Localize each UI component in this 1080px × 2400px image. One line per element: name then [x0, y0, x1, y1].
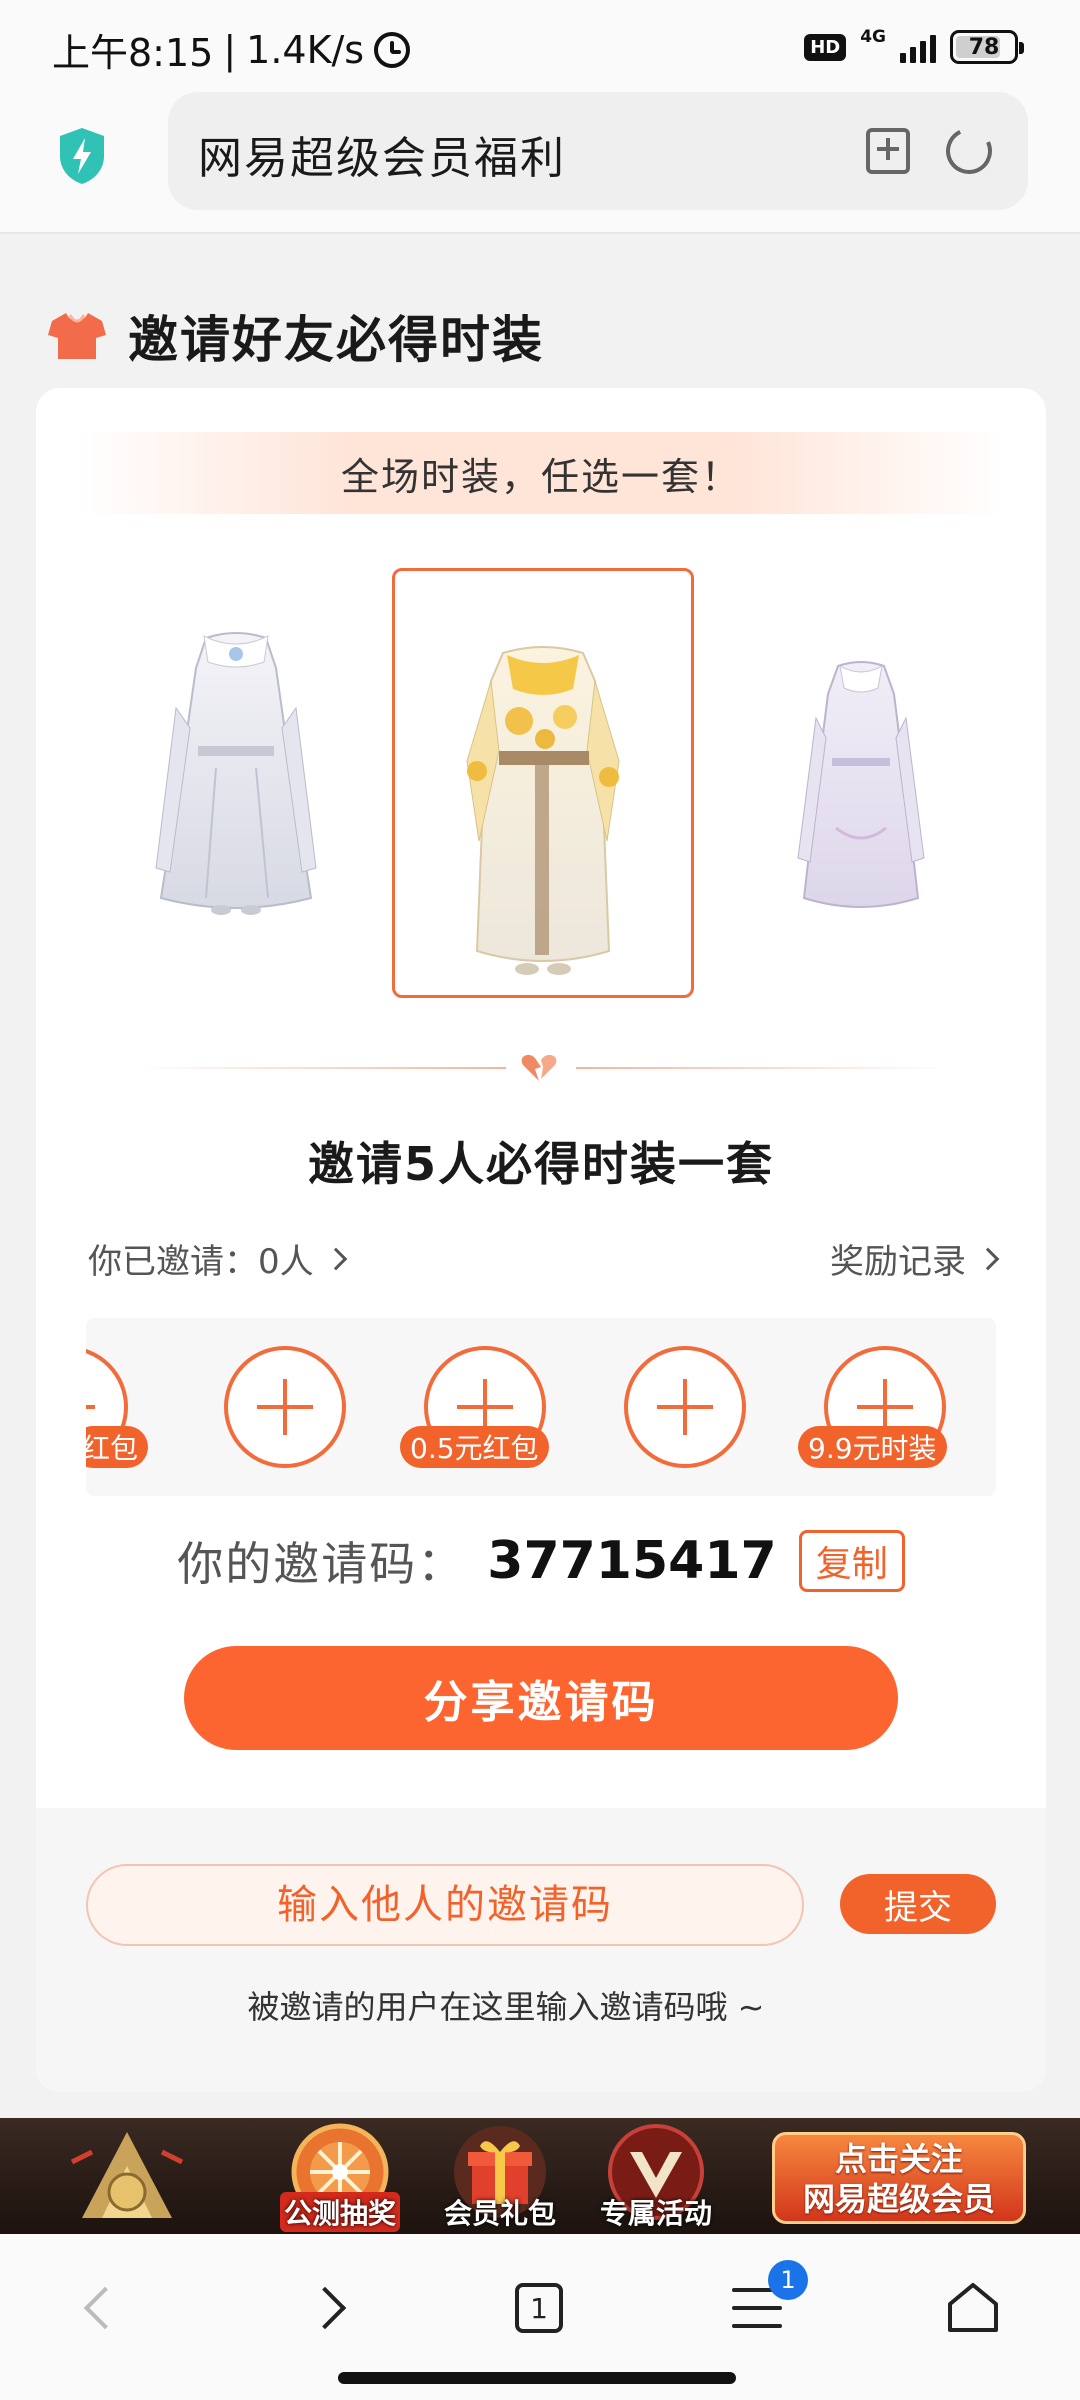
- section-title: 邀请好友必得时装: [128, 311, 544, 369]
- promo-logo: [70, 2132, 184, 2218]
- submit-button[interactable]: 提交: [840, 1874, 996, 1934]
- status-indicators: HD 4G 78: [804, 27, 1024, 64]
- invite-slots: 红包 0.5元红包 9.9元时装: [86, 1318, 996, 1496]
- slot-reward-badge: 9.9元时装: [798, 1426, 947, 1468]
- share-code-button[interactable]: 分享邀请码: [184, 1646, 898, 1750]
- enter-code-area: 提交 被邀请的用户在这里输入邀请码哦 ~: [36, 1808, 1046, 2092]
- status-separator: |: [223, 27, 237, 72]
- shield-icon[interactable]: [56, 126, 108, 186]
- decorative-divider: [136, 1053, 946, 1083]
- outfit-option-left[interactable]: [136, 628, 336, 928]
- broken-heart-icon: [521, 1054, 557, 1081]
- status-time: 上午8:15: [52, 31, 214, 75]
- alarm-icon: [374, 31, 411, 68]
- status-bar: 上午8:15 | 1.4K/s HD 4G 78: [0, 0, 1080, 92]
- promo-banner: 全场时装，任选一套！: [76, 432, 1006, 514]
- invited-count-link[interactable]: 你已邀请：0人: [88, 1234, 347, 1283]
- gold-white-outfit-image: [466, 646, 620, 975]
- menu-button[interactable]: 1: [702, 2258, 812, 2358]
- forward-arrow-icon: [303, 2286, 347, 2330]
- signal-icon: [900, 31, 936, 63]
- slot-reward-badge: 0.5元红包: [400, 1426, 549, 1468]
- promo-label: 专属活动: [599, 2197, 712, 2230]
- battery-level: 78: [968, 34, 1000, 60]
- promo-item-event[interactable]: 专属活动: [596, 2118, 716, 2234]
- slot-reward-badge: 红包: [86, 1426, 149, 1468]
- chevron-right-icon: [976, 1247, 1000, 1270]
- hd-badge: HD: [804, 33, 847, 61]
- back-arrow-icon: [83, 2286, 127, 2330]
- invite-code-label: 你的邀请码：: [177, 1537, 466, 1591]
- promo-label: 会员礼包: [443, 2197, 556, 2230]
- reward-record-label: 奖励记录: [830, 1242, 966, 1282]
- page-title[interactable]: 网易超级会员福利: [198, 122, 566, 186]
- invite-slot[interactable]: [624, 1346, 746, 1468]
- battery-icon: 78: [950, 30, 1024, 64]
- cta-line-2: 网易超级会员: [802, 2180, 995, 2218]
- promo-item-gift[interactable]: 会员礼包: [440, 2118, 560, 2234]
- outfit-option-right[interactable]: [786, 658, 936, 918]
- network-type: 4G: [860, 27, 886, 47]
- reward-record-link[interactable]: 奖励记录: [830, 1234, 1000, 1283]
- status-time-group: 上午8:15 | 1.4K/s: [52, 22, 411, 77]
- plus-icon: [257, 1379, 313, 1435]
- outfit-option-selected[interactable]: [392, 568, 694, 998]
- menu-notification-badge: 1: [768, 2260, 808, 2300]
- net-speed: 1.4K/s: [246, 27, 365, 72]
- home-button[interactable]: [918, 2258, 1028, 2358]
- invite-code-value: 37715417: [487, 1531, 777, 1591]
- browser-address-row: 网易超级会员福利: [0, 92, 1080, 234]
- follow-cta-button[interactable]: 点击关注 网易超级会员: [772, 2132, 1026, 2224]
- invite-headline: 邀请5人必得时装一套: [307, 1137, 774, 1191]
- tshirt-icon: [48, 313, 106, 359]
- forward-button[interactable]: [270, 2258, 380, 2358]
- divider-line-right: [576, 1067, 946, 1069]
- divider-line-left: [136, 1067, 506, 1069]
- promo-label: 公测抽奖: [280, 2192, 400, 2232]
- back-button[interactable]: [50, 2258, 160, 2358]
- cta-line-1: 点击关注: [834, 2140, 963, 2178]
- chevron-right-icon: [324, 1247, 347, 1270]
- reload-icon[interactable]: [939, 121, 999, 181]
- address-bar[interactable]: 网易超级会员福利: [168, 92, 1028, 210]
- invite-slot[interactable]: [224, 1346, 346, 1468]
- invite-code-row: 你的邀请码： 37715417 复制: [36, 1528, 1046, 1594]
- invite-code-input[interactable]: [86, 1864, 804, 1946]
- enter-code-hint: 被邀请的用户在这里输入邀请码哦 ~: [247, 1988, 765, 2026]
- section-header: 邀请好友必得时装: [48, 300, 544, 372]
- gesture-bar[interactable]: [338, 2372, 736, 2384]
- copy-button[interactable]: 复制: [798, 1530, 905, 1592]
- plus-icon: [657, 1379, 713, 1435]
- promo-item-lottery[interactable]: 公测抽奖: [280, 2118, 400, 2234]
- tabs-icon: 1: [515, 2283, 563, 2333]
- tab-count: 1: [530, 2291, 548, 2325]
- tabs-button[interactable]: 1: [484, 2258, 594, 2358]
- bookmark-add-icon[interactable]: [866, 128, 910, 174]
- home-icon: [948, 2283, 998, 2332]
- outfit-carousel[interactable]: [36, 568, 1046, 998]
- invite-card: 全场时装，任选一套！ 邀请5人必得时装一套 你已邀请：0人 奖励记录 红包 0.…: [36, 388, 1046, 2092]
- invited-count-label: 你已邀请：0人: [88, 1242, 314, 1282]
- bottom-promo-banner[interactable]: 公测抽奖 会员礼包 专属活动 点击关注 网易超级会员: [0, 2118, 1080, 2234]
